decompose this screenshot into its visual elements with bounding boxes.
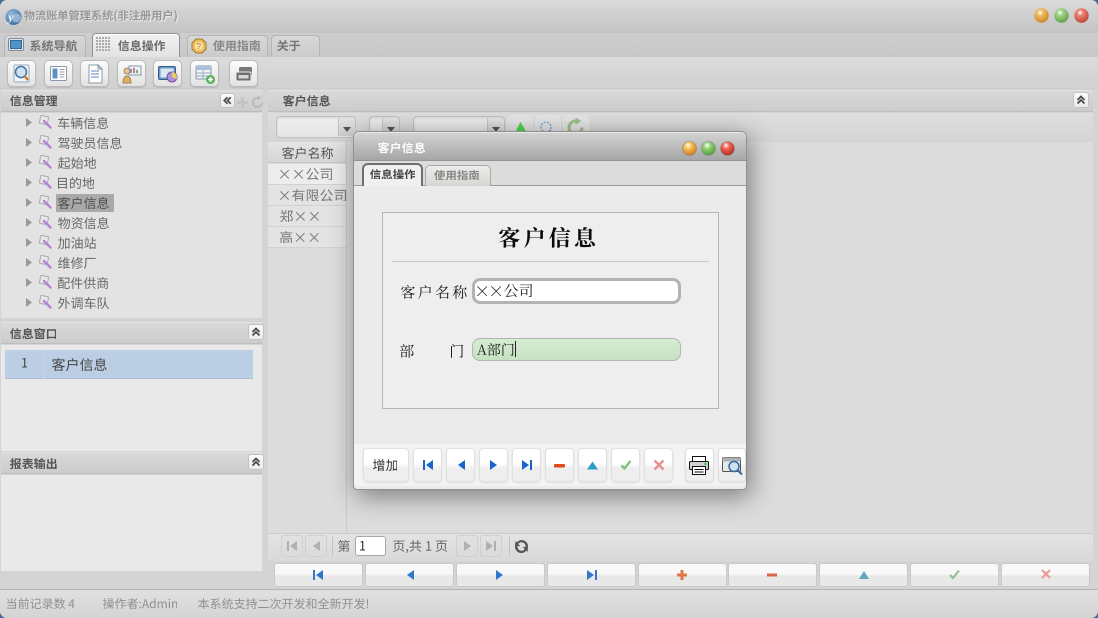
svg-text:?: ? [197, 42, 202, 51]
svg-text:y: y [6, 10, 14, 24]
